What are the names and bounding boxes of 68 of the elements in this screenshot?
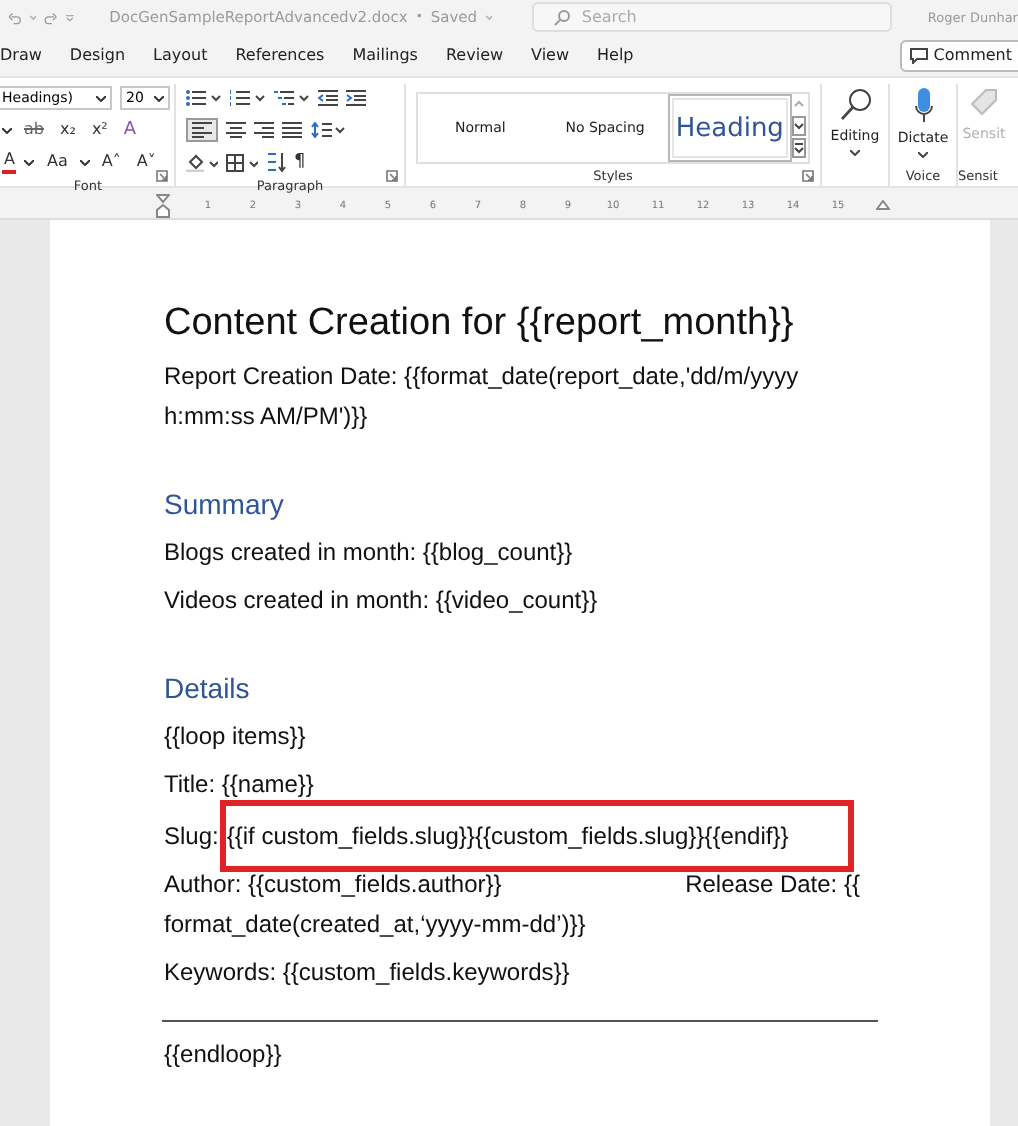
paragraph-text: {{loop items}}: [164, 720, 308, 754]
multilevel-list-icon[interactable]: [274, 90, 310, 106]
caret-icon[interactable]: [79, 159, 90, 165]
show-formatting-button[interactable]: ¶: [294, 152, 306, 172]
paragraph-text: Videos created in month: {{video_count}}: [164, 584, 600, 618]
section-heading: Details: [164, 670, 252, 708]
numbering-icon[interactable]: [230, 90, 266, 106]
search-field[interactable]: Search: [531, 2, 892, 32]
caret-icon: [96, 95, 106, 101]
paragraph-text: Keywords: {{custom_fields.keywords}}: [164, 956, 572, 990]
search-icon: [553, 9, 570, 25]
paragraph-text: Blogs created in month: {{blog_count}}: [164, 536, 575, 570]
indent-marker-icon[interactable]: [156, 193, 170, 217]
caret-icon: [850, 150, 860, 156]
dialog-launcher-icon[interactable]: [802, 170, 814, 182]
paragraph-text: format_date(created_at,‘yyyy-mm-dd’)}}: [164, 908, 588, 942]
right-indent-icon[interactable]: [876, 200, 890, 210]
caret-icon[interactable]: [2, 127, 12, 133]
shading-icon[interactable]: [186, 153, 218, 171]
subscript-button[interactable]: x₂: [55, 118, 80, 142]
paragraph-text: Release Date: {{: [685, 868, 860, 902]
scroll-down-icon[interactable]: [792, 116, 807, 136]
dialog-launcher-icon[interactable]: [156, 170, 168, 182]
shrink-font-button[interactable]: A˅: [132, 150, 160, 174]
paragraph-text: {{endloop}}: [164, 1038, 284, 1072]
decrease-indent-icon[interactable]: [318, 90, 338, 106]
font-color-button[interactable]: A: [2, 150, 17, 174]
caret-icon[interactable]: [24, 159, 35, 165]
ribbon-tab[interactable]: Design: [55, 34, 140, 76]
ribbon-tab[interactable]: References: [221, 34, 339, 76]
style-option[interactable]: Heading: [667, 94, 793, 162]
align-center-icon[interactable]: [226, 122, 246, 138]
align-left-button[interactable]: [186, 118, 218, 142]
paragraph-text: Slug:: [164, 820, 219, 854]
align-right-icon[interactable]: [254, 122, 274, 138]
comments-button[interactable]: Comment: [899, 39, 1018, 71]
highlighted-text: {{if custom_fields.slug}}{{custom_fields.slug}}{{endif}}: [220, 800, 855, 872]
text-effects-button[interactable]: A: [119, 118, 141, 142]
ribbon-tab[interactable]: Review: [431, 34, 518, 76]
section-heading: Summary: [164, 486, 286, 524]
grow-font-button[interactable]: A˄: [97, 150, 125, 174]
ribbon-tab[interactable]: Draw: [0, 34, 56, 76]
strikethrough-button[interactable]: ab: [20, 118, 48, 142]
document-heading: Content Creation for {{report_month}}: [164, 300, 796, 348]
paragraph-text: Author: {{custom_fields.author}}: [164, 868, 502, 902]
bullets-icon[interactable]: [186, 90, 222, 106]
dialog-launcher-icon[interactable]: [386, 170, 398, 182]
tag-icon: [970, 88, 998, 120]
change-case-button[interactable]: Aa: [42, 150, 72, 174]
justify-icon[interactable]: [282, 122, 302, 138]
align-left-icon: [192, 122, 212, 138]
superscript-button[interactable]: x²: [87, 118, 112, 142]
borders-icon[interactable]: [226, 153, 258, 171]
caret-icon: [154, 95, 164, 101]
search-icon: [839, 88, 871, 122]
paragraph-text: Title: {{name}}: [164, 768, 316, 802]
microphone-icon: [913, 88, 933, 124]
more-styles-icon[interactable]: [792, 138, 807, 158]
sort-icon[interactable]: [266, 152, 286, 172]
increase-indent-icon[interactable]: [346, 90, 366, 106]
paragraph-text: Report Creation Date: {{format_date(report_date,'dd/m/yyyy h:mm:ss AM/PM')}}: [164, 360, 801, 434]
comment-icon: [909, 47, 928, 63]
ribbon-tab[interactable]: Mailings: [338, 34, 432, 76]
ribbon-tab[interactable]: Layout: [139, 34, 222, 76]
caret-icon: [918, 152, 928, 158]
line-spacing-icon[interactable]: [310, 122, 346, 138]
ribbon-tab[interactable]: View: [517, 34, 584, 76]
ribbon-tab[interactable]: Help: [583, 34, 648, 76]
